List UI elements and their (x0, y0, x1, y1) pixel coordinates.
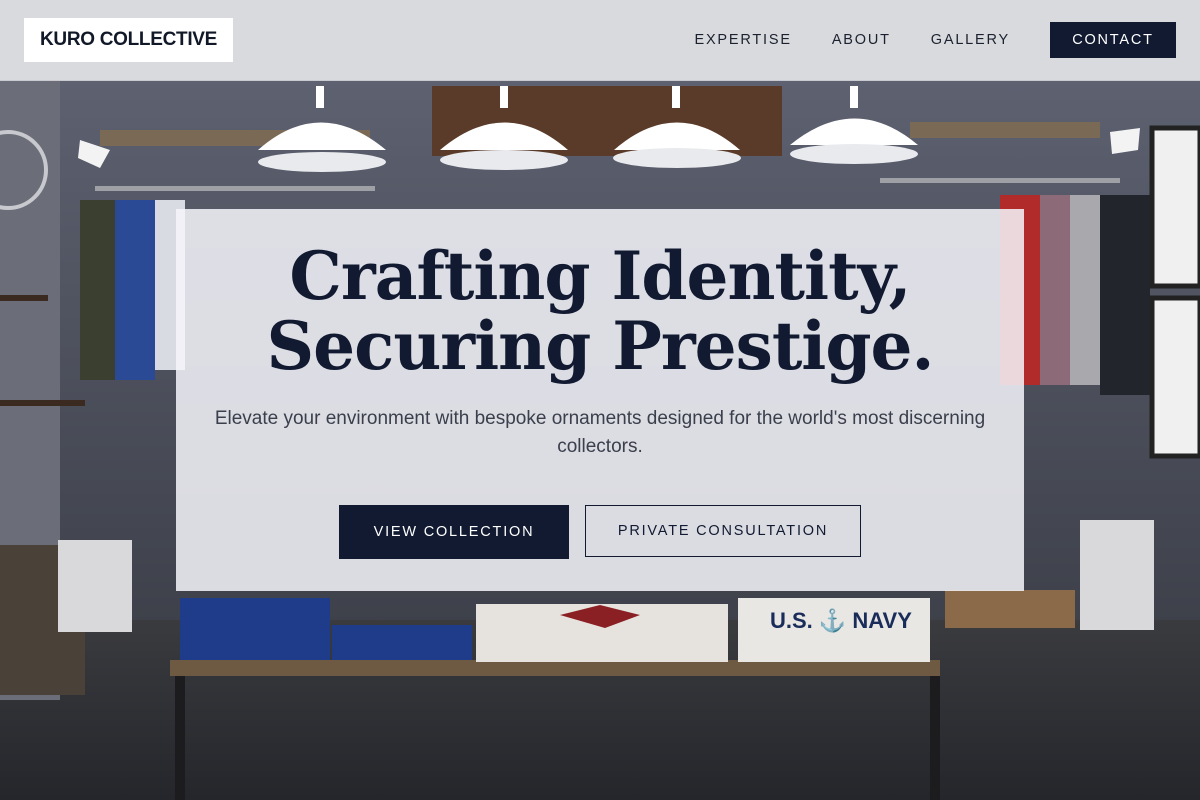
hero-title: Crafting Identity, Securing Prestige. (176, 241, 1024, 381)
contact-button[interactable]: CONTACT (1050, 22, 1176, 58)
brand-logo[interactable]: KURO COLLECTIVE (24, 18, 234, 62)
navy-shirt-text: U.S. ⚓ NAVY (770, 608, 912, 633)
hero-title-line-1: Crafting Identity, (289, 237, 911, 315)
hero-cta-row: VIEW COLLECTION PRIVATE CONSULTATION (176, 505, 1024, 559)
hero-panel: Crafting Identity, Securing Prestige. El… (176, 209, 1024, 591)
site-header: KURO COLLECTIVE EXPERTISE ABOUT GALLERY … (0, 0, 1200, 81)
nav-link-gallery[interactable]: GALLERY (931, 32, 1010, 48)
private-consultation-button[interactable]: PRIVATE CONSULTATION (585, 505, 861, 557)
hero-title-line-2: Securing Prestige. (266, 307, 934, 385)
nav-link-expertise[interactable]: EXPERTISE (694, 32, 791, 48)
view-collection-button[interactable]: VIEW COLLECTION (339, 505, 569, 559)
nav-link-about[interactable]: ABOUT (832, 32, 891, 48)
hero-subtitle: Elevate your environment with bespoke or… (214, 408, 986, 457)
main-nav: EXPERTISE ABOUT GALLERY CONTACT (694, 22, 1176, 58)
